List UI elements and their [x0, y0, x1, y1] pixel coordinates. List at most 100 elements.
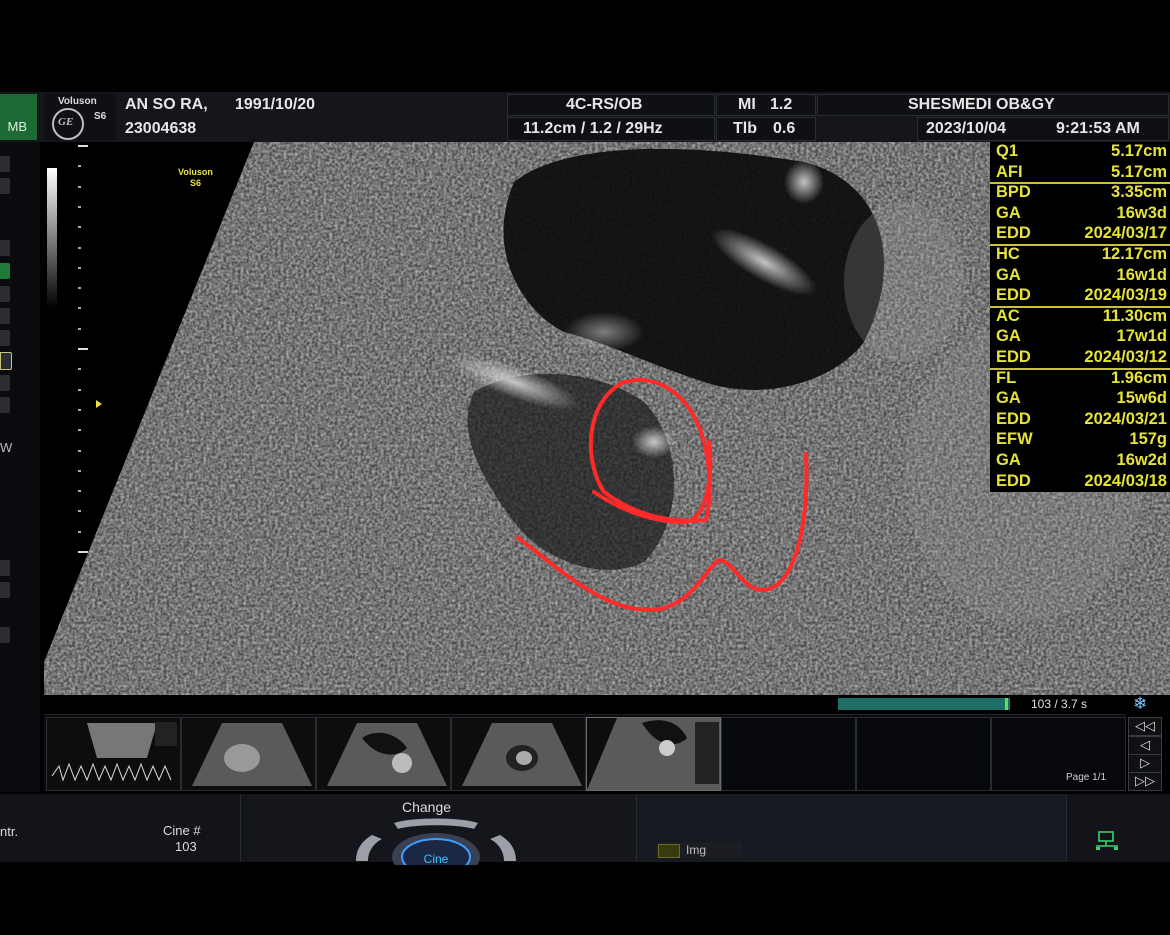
side-button-1[interactable] [0, 156, 10, 172]
depth-scale-tick [78, 388, 81, 391]
cine-change-knob[interactable]: Cine [352, 815, 520, 865]
measurement-value: 11.30cm [1102, 306, 1167, 325]
thumbnail-strip [44, 714, 1126, 791]
thumbnail-1[interactable] [46, 717, 181, 791]
measurement-row: GA 17w1d [990, 327, 1170, 348]
brand-name: Voluson [58, 96, 97, 107]
mi-cell [716, 94, 816, 116]
depth-scale-tick [78, 449, 81, 452]
side-button-3[interactable] [0, 240, 10, 256]
measurement-key: AC [996, 306, 1020, 325]
next-page-button[interactable]: ▷ [1128, 754, 1162, 773]
knob-label: Cine [424, 852, 449, 865]
measurement-row: HC 12.17cm [990, 245, 1170, 266]
measurement-key: EFW [996, 430, 1033, 449]
measurement-value: 12.17cm [1101, 245, 1167, 263]
depth-scale-tick [78, 307, 81, 310]
depth-scale-tick [78, 490, 81, 493]
cine-number-value: 103 [175, 839, 197, 854]
depth-scale-tick [78, 510, 81, 513]
brand-model: S6 [94, 111, 107, 122]
img-swatch-icon [658, 844, 680, 858]
depth-scale-tick [78, 266, 81, 269]
bottom-control-bar: ntr. Cine # 103 Change [0, 794, 1170, 862]
mode-tab[interactable]: MB [0, 94, 37, 140]
side-button-4[interactable] [0, 286, 10, 302]
tib-value: 0.6 [773, 120, 796, 137]
side-button-8[interactable] [0, 397, 10, 413]
measurement-row: EDD 2024/03/18 [990, 472, 1170, 493]
mi-label: MI [738, 96, 756, 113]
measurement-row: GA 16w3d [990, 204, 1170, 225]
brand-logo: Voluson GE S6 [44, 94, 116, 140]
measurement-key: EDD [996, 409, 1031, 428]
measurement-row: GA 16w1d [990, 266, 1170, 287]
side-button-7[interactable] [0, 375, 10, 391]
side-button-9[interactable] [0, 560, 10, 576]
depth-scale-tick [78, 165, 81, 168]
scan-model-label: S6 [190, 178, 202, 188]
thumbnail-slot-6 [721, 717, 856, 791]
side-button-5[interactable] [0, 308, 10, 324]
patient-dob: 1991/10/20 [235, 96, 316, 113]
measurement-value: 1.96cm [1111, 368, 1167, 387]
side-button-10[interactable] [0, 582, 10, 598]
measurement-value: 5.17cm [1111, 142, 1167, 160]
focus-marker-icon[interactable] [96, 400, 102, 408]
tib-cell [716, 117, 816, 141]
exam-time: 9:21:53 AM [1056, 120, 1140, 137]
side-button-6[interactable] [0, 330, 10, 346]
depth-scale-tick [78, 226, 81, 229]
measurement-row: EDD 2024/03/21 [990, 410, 1170, 431]
last-page-button[interactable]: ▷▷ [1128, 772, 1162, 791]
depth-scale-tick [78, 327, 81, 330]
change-label: Change [402, 799, 452, 815]
side-label-w: W [0, 440, 13, 455]
measurement-value: 16w1d [1116, 265, 1167, 284]
cine-progress-bar[interactable] [838, 698, 1010, 710]
probe-label: 4C-RS/OB [566, 96, 643, 113]
side-button-11[interactable] [0, 627, 10, 643]
depth-scale-tick [78, 408, 81, 411]
side-button-active[interactable] [0, 263, 10, 279]
patient-id: 23004638 [125, 120, 197, 137]
thumbnail-image-3 [317, 718, 450, 790]
thumbnail-3[interactable] [316, 717, 451, 791]
measurement-key: Q1 [996, 142, 1019, 160]
side-button-selected[interactable] [0, 352, 12, 370]
measurement-value: 5.17cm [1111, 162, 1167, 181]
measurement-row: EFW 157g [990, 430, 1170, 451]
grayscale-bar [47, 168, 57, 308]
depth-scale-tick [78, 287, 81, 290]
thumbnail-image-1 [47, 718, 180, 790]
freeze-snowflake-icon[interactable]: ❄ [1133, 694, 1147, 714]
measurement-panel: Q1 5.17cm AFI 5.17cm BPD 3.35cm GA 16w3d EDD 2024… [990, 142, 1170, 492]
measurement-key: HC [996, 245, 1020, 263]
measurement-value: 2024/03/21 [1084, 409, 1167, 428]
cine-progress-marker [1005, 698, 1008, 710]
depth-scale-major-tick [78, 145, 88, 147]
thumbnail-2[interactable] [181, 717, 316, 791]
measurement-value: 157g [1129, 430, 1167, 449]
side-button-2[interactable] [0, 178, 10, 194]
measurement-key: GA [996, 451, 1021, 469]
header-bar: AN SO RA, 1991/10/20 23004638 4C-RS/OB 1… [0, 92, 1170, 142]
measurement-key: GA [996, 265, 1021, 284]
prev-page-button[interactable]: ◁ [1128, 736, 1162, 755]
img-toggle[interactable]: Img [656, 842, 742, 858]
tib-label: Tlb [733, 120, 757, 137]
measurement-value: 16w3d [1116, 203, 1167, 222]
measurement-value: 2024/03/18 [1084, 471, 1167, 490]
thumbnail-4[interactable] [451, 717, 586, 791]
mi-value: 1.2 [770, 96, 793, 113]
depth-scale-tick [78, 368, 81, 371]
depth-scale-major-tick [78, 348, 88, 350]
left-control-panel: W [0, 142, 40, 792]
measurement-row: GA 16w2d [990, 451, 1170, 472]
network-icon[interactable] [1094, 830, 1120, 852]
cine-info-panel [0, 794, 241, 862]
thumbnail-5-selected[interactable] [586, 717, 721, 791]
first-page-button[interactable]: ◁◁ [1128, 717, 1162, 736]
measurement-row: FL 1.96cm [990, 369, 1170, 390]
thumbnail-image-5 [587, 718, 720, 790]
